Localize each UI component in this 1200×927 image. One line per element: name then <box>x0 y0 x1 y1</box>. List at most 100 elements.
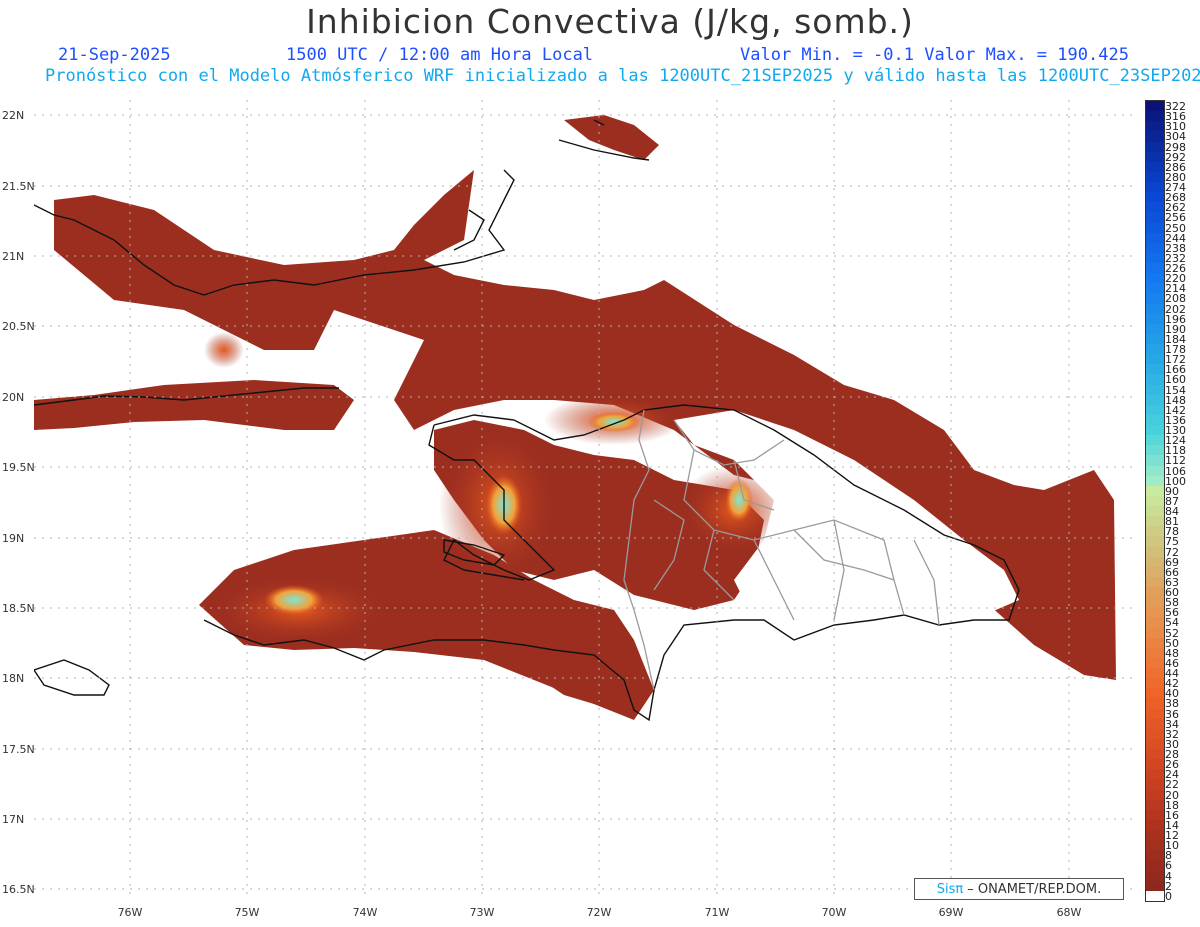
lon-label: 71W <box>704 906 730 919</box>
legend-swatch <box>1146 668 1164 679</box>
legend-swatch <box>1146 495 1164 507</box>
legend-swatch <box>1146 698 1164 710</box>
legend-swatch <box>1146 475 1164 487</box>
legend-swatch <box>1146 212 1164 224</box>
cin-field <box>34 115 1116 720</box>
legend-swatch <box>1146 850 1164 861</box>
lon-label: 74W <box>352 906 378 919</box>
legend-swatch <box>1146 576 1164 588</box>
legend-swatch <box>1146 435 1164 446</box>
lat-label: 16.5N <box>2 883 35 896</box>
legend-swatch <box>1146 516 1164 527</box>
legend-swatch <box>1146 141 1164 153</box>
legend-swatch <box>1146 546 1164 558</box>
legend-swatch <box>1146 303 1164 315</box>
lat-label: 17.5N <box>2 743 35 756</box>
legend-swatch <box>1146 374 1164 386</box>
legend-swatch <box>1146 597 1164 608</box>
legend-swatch <box>1146 202 1164 213</box>
legend-swatch <box>1146 222 1164 234</box>
legend-swatch <box>1146 759 1164 770</box>
legend-swatch <box>1146 809 1164 821</box>
lat-label: 20.5N <box>2 320 35 333</box>
legend-swatch <box>1146 637 1164 649</box>
legend-swatch <box>1146 688 1164 699</box>
lat-label: 22N <box>2 109 25 122</box>
legend-swatch <box>1146 779 1164 791</box>
lon-label: 68W <box>1056 906 1082 919</box>
color-legend <box>1145 100 1165 902</box>
legend-swatch <box>1146 890 1164 902</box>
map-title: Inhibicion Convectiva (J/kg, somb.) <box>306 2 914 41</box>
lat-label: 21N <box>2 250 25 263</box>
legend-swatch <box>1146 384 1164 396</box>
legend-swatch <box>1146 657 1164 669</box>
legend-swatch <box>1146 182 1164 193</box>
legend-swatch <box>1146 769 1164 780</box>
legend-swatch <box>1146 121 1164 132</box>
legend-swatch <box>1146 799 1164 811</box>
lon-label: 76W <box>117 906 143 919</box>
legend-swatch <box>1146 627 1164 639</box>
lon-label: 69W <box>938 906 964 919</box>
legend-swatch <box>1146 789 1164 801</box>
legend-swatch <box>1146 232 1164 244</box>
legend-swatch <box>1146 840 1164 851</box>
legend-swatch <box>1146 111 1164 122</box>
lat-label: 19.5N <box>2 461 35 474</box>
model-subtitle: Pronóstico con el Modelo Atmósferico WRF… <box>45 66 1200 86</box>
sispi-logo: Sisπ <box>936 881 964 897</box>
legend-swatch <box>1146 536 1164 548</box>
legend-swatch <box>1146 151 1164 163</box>
legend-swatch <box>1146 860 1164 872</box>
legend-swatch <box>1146 749 1164 760</box>
legend-swatch <box>1146 718 1164 730</box>
legend-swatch <box>1146 101 1164 112</box>
legend-swatch <box>1146 830 1164 841</box>
legend-swatch <box>1146 293 1164 305</box>
legend-swatch <box>1146 323 1164 335</box>
legend-swatch <box>1146 192 1164 203</box>
legend-swatch <box>1146 556 1164 568</box>
legend-swatch <box>1146 607 1164 618</box>
legend-swatch <box>1146 647 1164 659</box>
legend-swatch <box>1146 252 1164 264</box>
lat-label: 20N <box>2 391 25 404</box>
lat-label: 18.5N <box>2 602 35 615</box>
legend-swatch <box>1146 333 1164 345</box>
legend-swatch <box>1146 465 1164 477</box>
legend-swatch <box>1146 242 1164 254</box>
legend-swatch <box>1146 171 1164 183</box>
legend-swatch <box>1146 273 1164 284</box>
legend-swatch <box>1146 506 1164 517</box>
lat-label: 19N <box>2 532 25 545</box>
legend-swatch <box>1146 708 1164 720</box>
legend-swatch <box>1146 283 1164 294</box>
legend-swatch <box>1146 870 1164 882</box>
legend-swatch <box>1146 566 1164 578</box>
legend-swatch <box>1146 587 1164 598</box>
map-plot <box>34 100 1138 895</box>
legend-swatch <box>1146 131 1164 142</box>
legend-swatch <box>1146 161 1164 173</box>
legend-label: 0 <box>1165 889 1172 903</box>
lat-label: 21.5N <box>2 180 35 193</box>
legend-swatch <box>1146 617 1164 629</box>
legend-swatch <box>1146 313 1164 325</box>
forecast-time: 1500 UTC / 12:00 am Hora Local <box>286 45 594 65</box>
legend-swatch <box>1146 485 1164 497</box>
lon-label: 72W <box>586 906 612 919</box>
legend-swatch <box>1146 728 1164 740</box>
credit-text: – ONAMET/REP.DOM. <box>967 881 1102 897</box>
lat-label: 17N <box>2 813 25 826</box>
legend-swatch <box>1146 445 1164 456</box>
legend-swatch <box>1146 344 1164 355</box>
lat-label: 18N <box>2 672 25 685</box>
value-range: Valor Min. = -0.1 Valor Max. = 190.425 <box>740 45 1129 65</box>
legend-swatch <box>1146 880 1164 892</box>
lon-label: 73W <box>469 906 495 919</box>
legend-swatch <box>1146 404 1164 416</box>
legend-swatch <box>1146 364 1164 375</box>
legend-swatch <box>1146 455 1164 467</box>
legend-swatch <box>1146 526 1164 537</box>
